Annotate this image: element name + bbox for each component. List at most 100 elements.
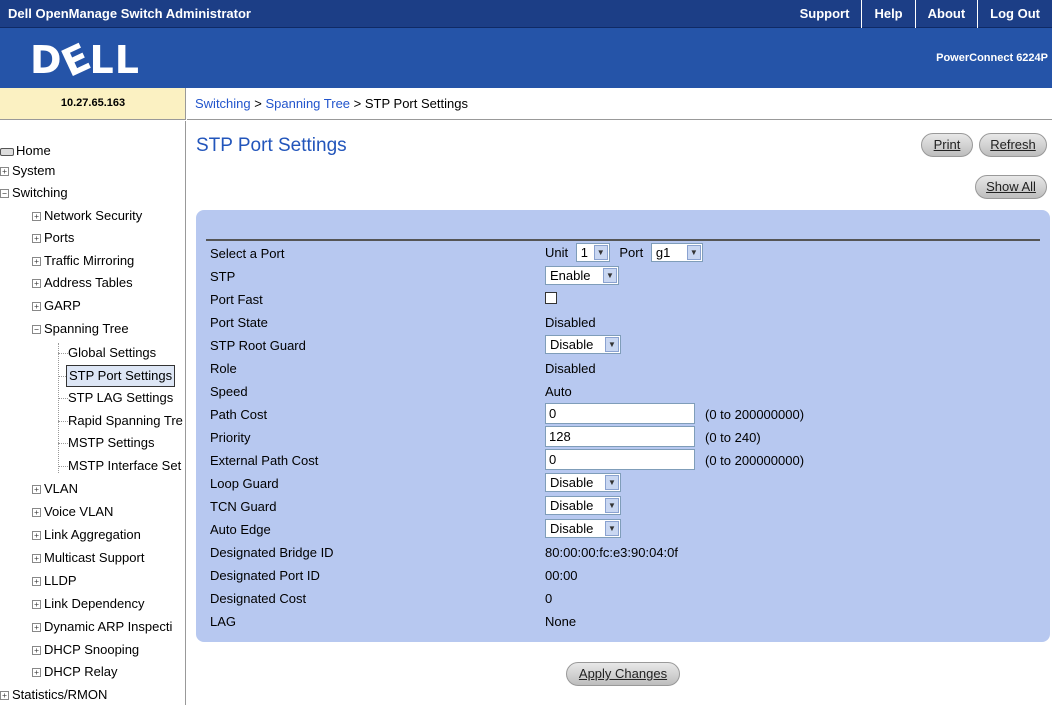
path-cost-label: Path Cost [210, 407, 268, 422]
row-external-path-cost: External Path Cost 0 (0 to 200000000) [206, 449, 1040, 471]
tcn-guard-select[interactable]: Disable ▼ [545, 496, 621, 515]
sidebar-item-stp-port-settings[interactable]: STP Port Settings [66, 365, 176, 387]
sidebar-item-address-tables[interactable]: + Address Tables [32, 273, 133, 293]
sidebar-item-network-security[interactable]: + Network Security [32, 206, 142, 226]
breadcrumb-bar: Switching > Spanning Tree > STP Port Set… [187, 88, 1052, 120]
sidebar-label: Link Dependency [44, 596, 145, 611]
port-fast-checkbox[interactable] [545, 292, 557, 304]
row-designated-port-id: Designated Port ID 00:00 [206, 564, 1040, 586]
refresh-button[interactable]: Refresh [979, 133, 1047, 157]
expand-icon[interactable]: + [32, 531, 41, 541]
row-speed: Speed Auto [206, 380, 1040, 402]
sidebar-item-stp-lag-settings[interactable]: STP LAG Settings [68, 388, 173, 408]
print-button[interactable]: Print [921, 133, 973, 157]
row-tcn-guard: TCN Guard Disable ▼ [206, 495, 1040, 517]
expand-icon[interactable]: + [32, 302, 41, 312]
row-stp: STP Enable ▼ [206, 265, 1040, 287]
expand-icon[interactable]: + [32, 234, 41, 244]
sidebar-item-mstp-settings[interactable]: MSTP Settings [68, 433, 154, 453]
sidebar-item-rapid-spanning-tree[interactable]: Rapid Spanning Tre [68, 411, 183, 431]
logout-link[interactable]: Log Out [977, 0, 1052, 28]
row-designated-cost: Designated Cost 0 [206, 587, 1040, 609]
expand-icon[interactable]: + [32, 623, 41, 633]
sidebar-item-switching[interactable]: − Switching [0, 183, 68, 203]
loop-guard-value: Disable [550, 475, 594, 490]
sidebar-item-system[interactable]: + System [0, 161, 55, 181]
port-label: Port [619, 245, 644, 260]
auto-edge-value: Disable [550, 521, 594, 536]
expand-icon[interactable]: + [32, 554, 41, 564]
stp-select[interactable]: Enable ▼ [545, 266, 619, 285]
collapse-icon[interactable]: − [0, 189, 9, 199]
expand-icon[interactable]: + [32, 212, 41, 222]
row-designated-bridge-id: Designated Bridge ID 80:00:00:fc:e3:90:0… [206, 541, 1040, 563]
port-select[interactable]: g1 ▼ [650, 243, 703, 262]
apply-changes-button[interactable]: Apply Changes [566, 662, 680, 686]
expand-icon[interactable]: + [32, 668, 41, 678]
row-loop-guard: Loop Guard Disable ▼ [206, 472, 1040, 494]
help-link[interactable]: Help [861, 0, 914, 28]
collapse-icon[interactable]: − [32, 325, 41, 335]
unit-select[interactable]: 1 ▼ [575, 243, 610, 262]
expand-icon[interactable]: + [32, 508, 41, 518]
expand-icon[interactable]: + [0, 691, 9, 701]
expand-icon[interactable]: + [32, 577, 41, 587]
about-link[interactable]: About [914, 0, 978, 28]
sidebar-label: DHCP Relay [44, 664, 118, 679]
designated-bridge-id-value: 80:00:00:fc:e3:90:04:0f [545, 545, 678, 560]
path-cost-input[interactable]: 0 [545, 403, 695, 424]
sidebar-item-vlan[interactable]: + VLAN [32, 479, 78, 499]
dell-logo: DELL [30, 34, 140, 86]
priority-input[interactable]: 128 [545, 426, 695, 447]
sidebar-label: Rapid Spanning Tre [68, 413, 183, 428]
sidebar-item-global-settings[interactable]: Global Settings [68, 343, 156, 363]
sidebar-item-link-aggregation[interactable]: + Link Aggregation [32, 525, 141, 545]
sidebar-item-statistics-rmon[interactable]: + Statistics/RMON [0, 685, 107, 705]
expand-icon[interactable]: + [32, 600, 41, 610]
expand-icon[interactable]: + [32, 485, 41, 495]
sidebar-item-multicast-support[interactable]: + Multicast Support [32, 548, 144, 568]
expand-icon[interactable]: + [32, 646, 41, 656]
sidebar-item-voice-vlan[interactable]: + Voice VLAN [32, 502, 113, 522]
page-title: STP Port Settings [196, 135, 347, 156]
root-guard-value: Disable [550, 337, 594, 352]
expand-icon[interactable]: + [32, 257, 41, 267]
unit-label: Unit [545, 245, 569, 260]
sidebar-item-dhcp-relay[interactable]: + DHCP Relay [32, 662, 117, 682]
auto-edge-select[interactable]: Disable ▼ [545, 519, 621, 538]
sidebar-nav: Home + System − Switching + Network Securit… [0, 121, 186, 705]
sidebar-item-lldp[interactable]: + LLDP [32, 571, 77, 591]
loop-guard-select[interactable]: Disable ▼ [545, 473, 621, 492]
sidebar-label: MSTP Interface Set [68, 458, 182, 473]
top-bar: Dell OpenManage Switch Administrator Sup… [0, 0, 1052, 28]
expand-icon[interactable]: + [32, 279, 41, 289]
sidebar-item-dynamic-arp-inspection[interactable]: + Dynamic ARP Inspecti [32, 617, 172, 637]
sidebar-item-spanning-tree[interactable]: − Spanning Tree [32, 319, 129, 339]
row-root-guard: STP Root Guard Disable ▼ [206, 334, 1040, 356]
sidebar-label: DHCP Snooping [44, 642, 140, 657]
external-path-cost-label: External Path Cost [210, 453, 319, 468]
role-label: Role [210, 361, 237, 376]
row-path-cost: Path Cost 0 (0 to 200000000) [206, 403, 1040, 425]
sidebar-item-dhcp-snooping[interactable]: + DHCP Snooping [32, 640, 139, 660]
chevron-down-icon: ▼ [605, 521, 619, 536]
support-link[interactable]: Support [788, 0, 862, 28]
expand-icon[interactable]: + [0, 167, 9, 177]
root-guard-select[interactable]: Disable ▼ [545, 335, 621, 354]
loop-guard-label: Loop Guard [210, 476, 279, 491]
chevron-down-icon: ▼ [593, 245, 608, 260]
breadcrumb-separator: > [250, 96, 266, 111]
breadcrumb-switching[interactable]: Switching [195, 96, 251, 111]
show-all-button[interactable]: Show All [975, 175, 1047, 199]
select-port-label: Select a Port [210, 246, 285, 261]
external-path-cost-input[interactable]: 0 [545, 449, 695, 470]
sidebar-item-traffic-mirroring[interactable]: + Traffic Mirroring [32, 251, 134, 271]
sidebar-item-garp[interactable]: + GARP [32, 296, 81, 316]
sidebar-item-mstp-interface-settings[interactable]: MSTP Interface Set [68, 456, 181, 476]
sidebar-item-home[interactable]: Home [0, 141, 51, 161]
designated-bridge-id-label: Designated Bridge ID [210, 545, 334, 560]
breadcrumb-spanning-tree[interactable]: Spanning Tree [265, 96, 350, 111]
sidebar-item-ports[interactable]: + Ports [32, 228, 74, 248]
lag-value: None [545, 614, 577, 629]
sidebar-item-link-dependency[interactable]: + Link Dependency [32, 594, 144, 614]
